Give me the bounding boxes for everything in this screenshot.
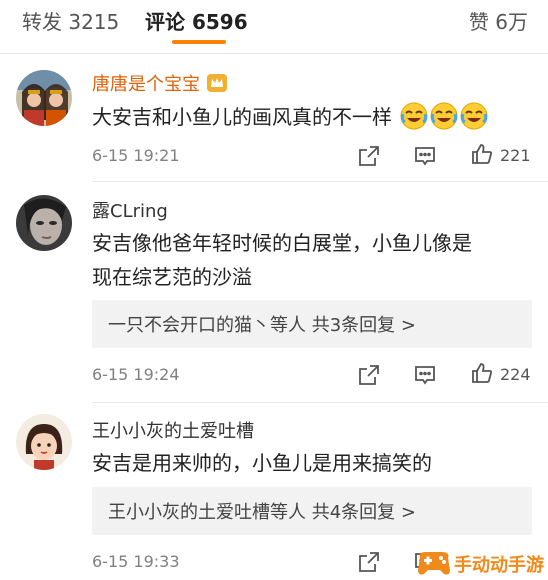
avatar[interactable] (16, 70, 72, 126)
username[interactable]: 王小小灰的土爱吐槽 (92, 417, 254, 443)
avatar-cartoon-icon (16, 70, 72, 126)
like-icon[interactable] (470, 142, 494, 166)
tab-comment[interactable]: 评论 6596 (145, 6, 248, 35)
laugh-cry-emoji-icon (460, 102, 488, 130)
share-icon[interactable] (357, 144, 381, 168)
like-count: 221 (500, 146, 531, 165)
username[interactable]: 露CLring (92, 197, 168, 223)
share-icon[interactable] (357, 363, 381, 387)
comment-text: 安吉像他爸年轻时候的白展堂，小鱼儿像是 现在综艺范的沙溢 (92, 226, 532, 294)
share-icon[interactable] (357, 550, 381, 574)
like-icon[interactable] (470, 361, 494, 385)
reply-summary-box[interactable]: 一只不会开口的猫丶等人 共3条回复 > (92, 300, 532, 348)
comment-divider (92, 181, 548, 182)
comment-divider (92, 402, 548, 403)
active-tab-indicator (172, 40, 226, 44)
like-count: 224 (500, 365, 531, 384)
crown-badge-icon (206, 73, 228, 98)
laugh-cry-emoji-icon (430, 102, 458, 130)
avatar[interactable] (16, 414, 72, 470)
username-text[interactable]: 唐唐是个宝宝 (92, 74, 200, 95)
tab-repost[interactable]: 转发 3215 (22, 6, 119, 35)
avatar[interactable] (16, 195, 72, 251)
comment-text: 安吉是用来帅的，小鱼儿是用来搞笑的 (92, 451, 432, 475)
comment-time: 6-15 19:21 (92, 146, 180, 165)
reply-summary-text[interactable]: 一只不会开口的猫丶等人 共3条回复 > (108, 311, 416, 337)
reply-summary-text[interactable]: 王小小灰的土爱吐槽等人 共4条回复 > (108, 498, 416, 524)
tab-like[interactable]: 赞 6万 (469, 6, 528, 35)
laugh-cry-emoji-icon (400, 102, 428, 130)
comment-text-line: 安吉像他爸年轻时候的白展堂，小鱼儿像是 (92, 231, 472, 255)
comment-time: 6-15 19:24 (92, 365, 180, 384)
comment-tab-bar: 转发 3215 评论 6596 赞 6万 (0, 0, 548, 46)
comment-text-line: 现在综艺范的沙溢 (92, 265, 252, 289)
watermark-text: 手动动手游 (454, 555, 544, 576)
comment-text-content: 大安吉和小鱼儿的画风真的不一样 (92, 105, 392, 129)
avatar-cartoon-girl-icon (16, 414, 72, 470)
tab-divider (0, 53, 548, 54)
site-watermark: 手动动手游 (414, 546, 548, 580)
reply-icon[interactable] (413, 363, 437, 387)
username[interactable]: 唐唐是个宝宝 (92, 70, 228, 98)
comment-text: 大安吉和小鱼儿的画风真的不一样 (92, 100, 532, 134)
avatar-portrait-icon (16, 195, 72, 251)
gamepad-logo-icon (418, 552, 450, 575)
reply-icon[interactable] (413, 144, 437, 168)
comment-time: 6-15 19:33 (92, 552, 180, 571)
reply-summary-box[interactable]: 王小小灰的土爱吐槽等人 共4条回复 > (92, 487, 532, 535)
